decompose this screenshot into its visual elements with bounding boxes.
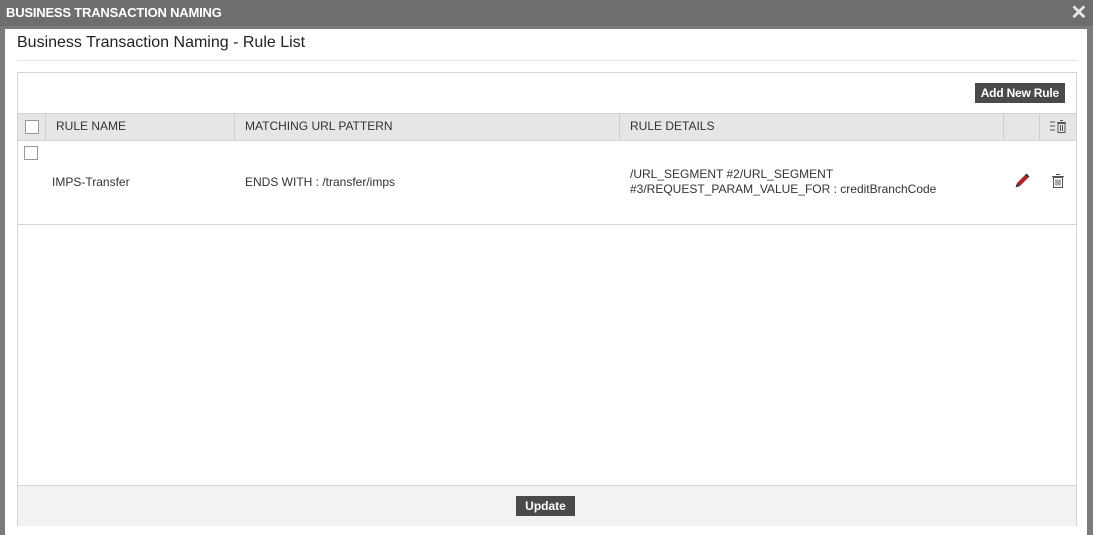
column-header-actions: [1004, 114, 1040, 140]
close-icon[interactable]: ✕: [1070, 0, 1087, 26]
header-checkbox-cell: [18, 114, 46, 140]
rule-details-cell: /URL_SEGMENT #2/URL_SEGMENT #3/REQUEST_P…: [630, 167, 936, 197]
add-new-rule-button[interactable]: Add New Rule: [974, 83, 1065, 103]
update-button[interactable]: Update: [516, 496, 575, 516]
column-header-matching-url-pattern[interactable]: MATCHING URL PATTERN: [235, 114, 620, 140]
matching-url-pattern-cell: ENDS WITH : /transfer/imps: [245, 175, 396, 189]
rule-details-line-1: /URL_SEGMENT #2/URL_SEGMENT: [630, 167, 834, 181]
rule-name-cell: IMPS-Transfer: [52, 175, 130, 189]
row-checkbox[interactable]: [24, 146, 38, 160]
bulk-delete-icon[interactable]: [1049, 119, 1067, 140]
pencil-icon[interactable]: [1014, 173, 1030, 194]
dialog-title: BUSINESS TRANSACTION NAMING: [6, 5, 222, 20]
rule-list-container: Add New Rule RULE NAME MATCHING URL PATT…: [17, 72, 1077, 526]
table-row: IMPS-Transfer ENDS WITH : /transfer/imps…: [18, 140, 1076, 225]
column-header-rule-details[interactable]: RULE DETAILS: [620, 114, 1004, 140]
page-title: Business Transaction Naming - Rule List: [17, 34, 306, 51]
table-header: RULE NAME MATCHING URL PATTERN RULE DETA…: [18, 113, 1076, 141]
dialog-titlebar: BUSINESS TRANSACTION NAMING ✕: [0, 0, 1093, 26]
select-all-checkbox[interactable]: [25, 120, 39, 134]
trash-icon[interactable]: [1051, 173, 1065, 194]
title-divider: [17, 60, 1077, 61]
dialog-footer: Update: [18, 485, 1076, 526]
dialog-body: Business Transaction Naming - Rule List …: [5, 29, 1087, 535]
column-header-rule-name[interactable]: RULE NAME: [46, 114, 235, 140]
rule-details-line-2: #3/REQUEST_PARAM_VALUE_FOR : creditBranc…: [630, 182, 937, 196]
